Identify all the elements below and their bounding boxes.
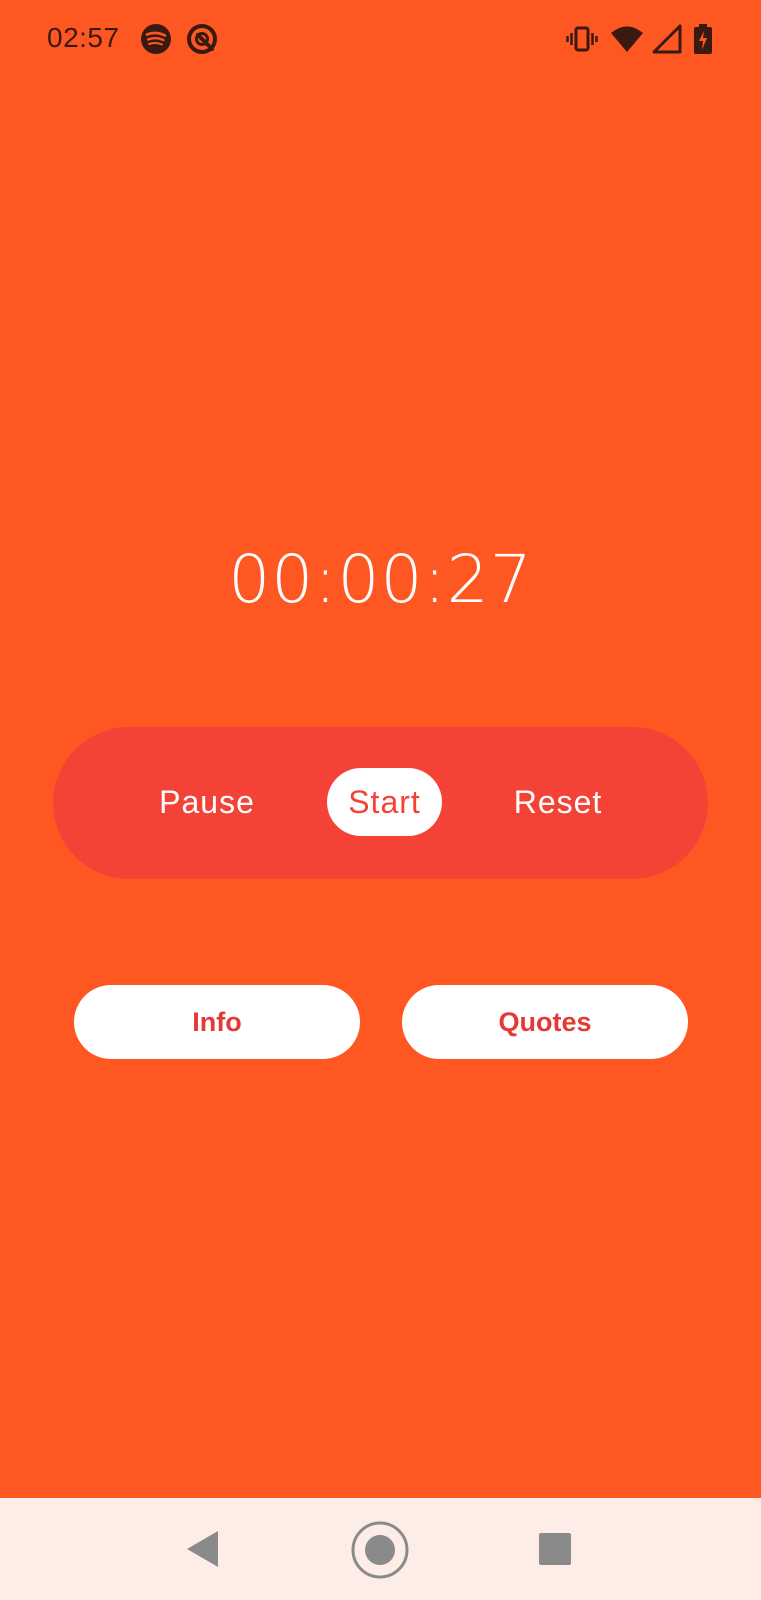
quotes-button[interactable]: Quotes	[402, 985, 688, 1059]
battery-charging-icon	[690, 22, 716, 56]
pause-button[interactable]: Pause	[150, 768, 264, 836]
navigation-bar	[0, 1498, 761, 1600]
start-button[interactable]: Start	[327, 768, 442, 836]
stopwatch-time-display: 00:00:27	[228, 541, 533, 618]
status-time: 02:57	[47, 22, 120, 53]
notification-app-icon	[185, 22, 219, 56]
info-button[interactable]: Info	[74, 985, 360, 1059]
cellular-signal-icon	[650, 22, 684, 56]
recents-icon[interactable]	[538, 1532, 572, 1566]
spotify-icon	[139, 22, 173, 56]
status-bar: 02:57	[0, 0, 761, 80]
back-icon[interactable]	[184, 1529, 220, 1569]
home-icon[interactable]	[350, 1520, 410, 1580]
vibrate-icon	[565, 22, 599, 56]
reset-button[interactable]: Reset	[500, 768, 616, 836]
wifi-icon	[610, 22, 644, 56]
